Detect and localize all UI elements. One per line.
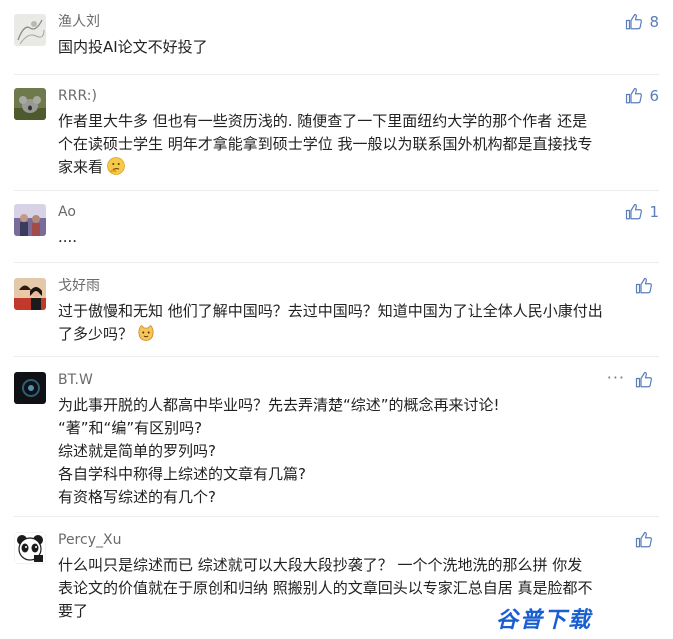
more-options-icon[interactable]: ··· [607,368,625,387]
username[interactable]: Percy_Xu [58,530,121,550]
comment-text: .... [58,226,658,249]
comment-line: 综述就是简单的罗列吗? [58,442,216,460]
thumbs-up-icon [626,87,643,104]
username[interactable]: 戈好雨 [58,276,100,296]
user-avatar[interactable] [14,88,46,120]
comment-line: 作者里大牛多 但也有一些资历浅的. 随便查了一下里面纽约大学的那个作者 还是 [58,112,588,130]
like-count: 8 [649,13,659,31]
comment-line-text: 了多少吗？ [58,325,134,343]
comment-line: 为此事开脱的人都高中毕业吗？先去弄清楚“综述”的概念再来讨论! [58,396,500,414]
comment-line: “著”和“编”有区别吗? [58,419,203,437]
thumbs-up-icon [635,531,652,548]
user-avatar[interactable] [14,532,46,564]
comment-line: 国内投AI论文不好投了 [58,38,208,56]
user-avatar[interactable] [14,278,46,310]
comment-line: 表论文的价值就在于原创和归纳 照搬别人的文章回头以专家汇总自居 真是脸都不 [58,579,593,597]
like-button[interactable] [635,529,659,551]
like-count: 1 [649,203,659,221]
like-button[interactable] [635,275,659,297]
thumbs-up-icon [626,203,643,220]
comment-line: 过于傲慢和无知 他们了解中国吗？去过中国吗？知道中国为了让全体人民小康付出 [58,302,603,320]
like-count: 6 [649,87,659,105]
username[interactable]: RRR:) [58,86,97,106]
cat-face-emoji [138,324,154,341]
username[interactable]: Ao [58,202,76,222]
comment-line: 了多少吗？ [58,323,658,346]
divider [14,516,659,517]
comment-text: 国内投AI论文不好投了 [58,36,658,59]
thumbs-up-icon [635,277,652,294]
comment-text: 过于傲慢和无知 他们了解中国吗？去过中国吗？知道中国为了让全体人民小康付出 了多… [58,300,658,346]
comment-line: 什么叫只是综述而已 综述就可以大段大段抄袭了？ 一个个洗地洗的那么拼 你发 [58,556,583,574]
user-avatar[interactable] [14,14,46,46]
like-button[interactable] [635,369,659,391]
like-button[interactable]: 8 [625,11,659,33]
comment-line: 有资格写综述的有几个? [58,488,216,506]
thumbs-up-icon [626,13,643,30]
comment-line: 家来看 [58,156,658,179]
divider [14,190,659,191]
username[interactable]: 渔人刘 [58,12,100,32]
like-button[interactable]: 1 [625,201,659,223]
comment-text: 为此事开脱的人都高中毕业吗？先去弄清楚“综述”的概念再来讨论! “著”和“编”有… [58,394,658,509]
comment-text: 作者里大牛多 但也有一些资历浅的. 随便查了一下里面纽约大学的那个作者 还是 个… [58,110,658,179]
comment-line: .... [58,228,78,246]
comment-line: 个在读硕士学生 明年才拿能拿到硕士学位 我一般以为联系国外机构都是直接找专 [58,135,593,153]
site-watermark: 谷普下载 [496,608,593,633]
user-avatar[interactable] [14,204,46,236]
divider [14,74,659,75]
like-button[interactable]: 6 [625,85,659,107]
comment-line-text: 家来看 [58,158,104,176]
comment-line: 各自学科中称得上综述的文章有几篇? [58,465,306,483]
thinking-face-emoji [107,157,125,175]
divider [14,356,659,357]
thumbs-up-icon [635,371,652,388]
username[interactable]: BT.W [58,370,93,390]
divider [14,262,659,263]
user-avatar[interactable] [14,372,46,404]
